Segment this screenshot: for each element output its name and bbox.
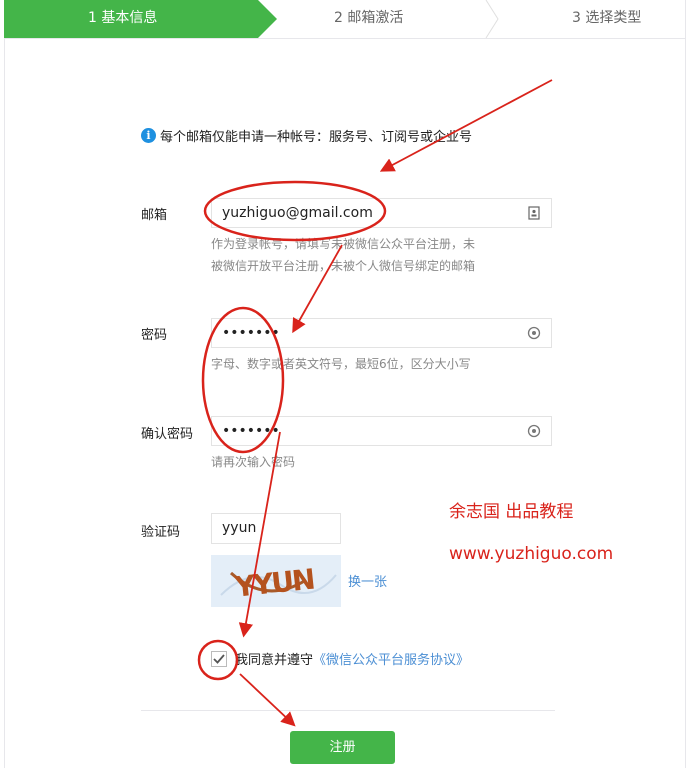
password-value: •••••••: [222, 325, 280, 341]
agreement-row: 我同意并遵守 《微信公众平台服务协议》: [211, 649, 469, 668]
email-input[interactable]: yuzhiguo@gmail.com: [211, 198, 552, 228]
refresh-captcha-link[interactable]: 换一张: [348, 571, 387, 590]
watermark-author: 余志国 出品教程: [449, 502, 574, 522]
notice-text: 每个邮箱仅能申请一种帐号：服务号、订阅号或企业号: [160, 130, 473, 145]
checkmark-icon: [213, 653, 225, 664]
captcha-value: yyun: [222, 520, 257, 536]
step-label: 3 选择类型: [572, 10, 642, 26]
captcha-label: 验证码: [141, 525, 181, 540]
step-label: 1 基本信息: [88, 10, 158, 26]
eye-toggle-icon[interactable]: [527, 326, 541, 340]
divider: [141, 710, 555, 711]
confirm-password-tip: 请再次输入密码: [211, 455, 296, 469]
step-label: 2 邮箱激活: [334, 10, 404, 26]
confirm-password-input[interactable]: •••••••: [211, 416, 552, 446]
email-tip: 作为登录帐号，请填写未被微信公众平台注册，未 被微信开放平台注册，未被个人微信号…: [211, 233, 541, 277]
email-label: 邮箱: [141, 208, 168, 223]
notice: i 每个邮箱仅能申请一种帐号：服务号、订阅号或企业号: [141, 126, 472, 145]
email-tip-line2: 被微信开放平台注册，未被个人微信号绑定的邮箱: [211, 259, 476, 273]
agreement-checkbox[interactable]: [211, 650, 227, 667]
email-value: yuzhiguo@gmail.com: [222, 205, 373, 221]
confirm-password-value: •••••••: [222, 423, 280, 439]
captcha-image[interactable]: YYUN: [211, 555, 341, 607]
service-agreement-link[interactable]: 《微信公众平台服务协议》: [313, 649, 469, 668]
eye-toggle-icon[interactable]: [527, 424, 541, 438]
password-input[interactable]: •••••••: [211, 318, 552, 348]
contact-card-icon: [528, 206, 540, 220]
captcha-graphic: YYUN: [211, 555, 341, 607]
password-tip: 字母、数字或者英文符号，最短6位，区分大小写: [211, 357, 471, 371]
info-icon: i: [141, 128, 156, 143]
step-choose-type: 3 选择类型: [572, 0, 641, 38]
agreement-text: 我同意并遵守: [235, 653, 314, 668]
step-separator-icon: [485, 0, 499, 38]
step-basic-info: 1 基本信息: [4, 0, 277, 38]
password-label: 密码: [141, 328, 168, 343]
confirm-password-label: 确认密码: [141, 427, 194, 442]
step-email-activation: 2 邮箱激活: [334, 0, 403, 38]
register-button[interactable]: 注册: [290, 731, 395, 764]
step-bar: 1 基本信息 2 邮箱激活 3 选择类型: [4, 0, 686, 39]
email-tip-line1: 作为登录帐号，请填写未被微信公众平台注册，未: [211, 237, 476, 251]
watermark-url: www.yuzhiguo.com: [449, 544, 614, 564]
captcha-input[interactable]: yyun: [211, 513, 341, 544]
